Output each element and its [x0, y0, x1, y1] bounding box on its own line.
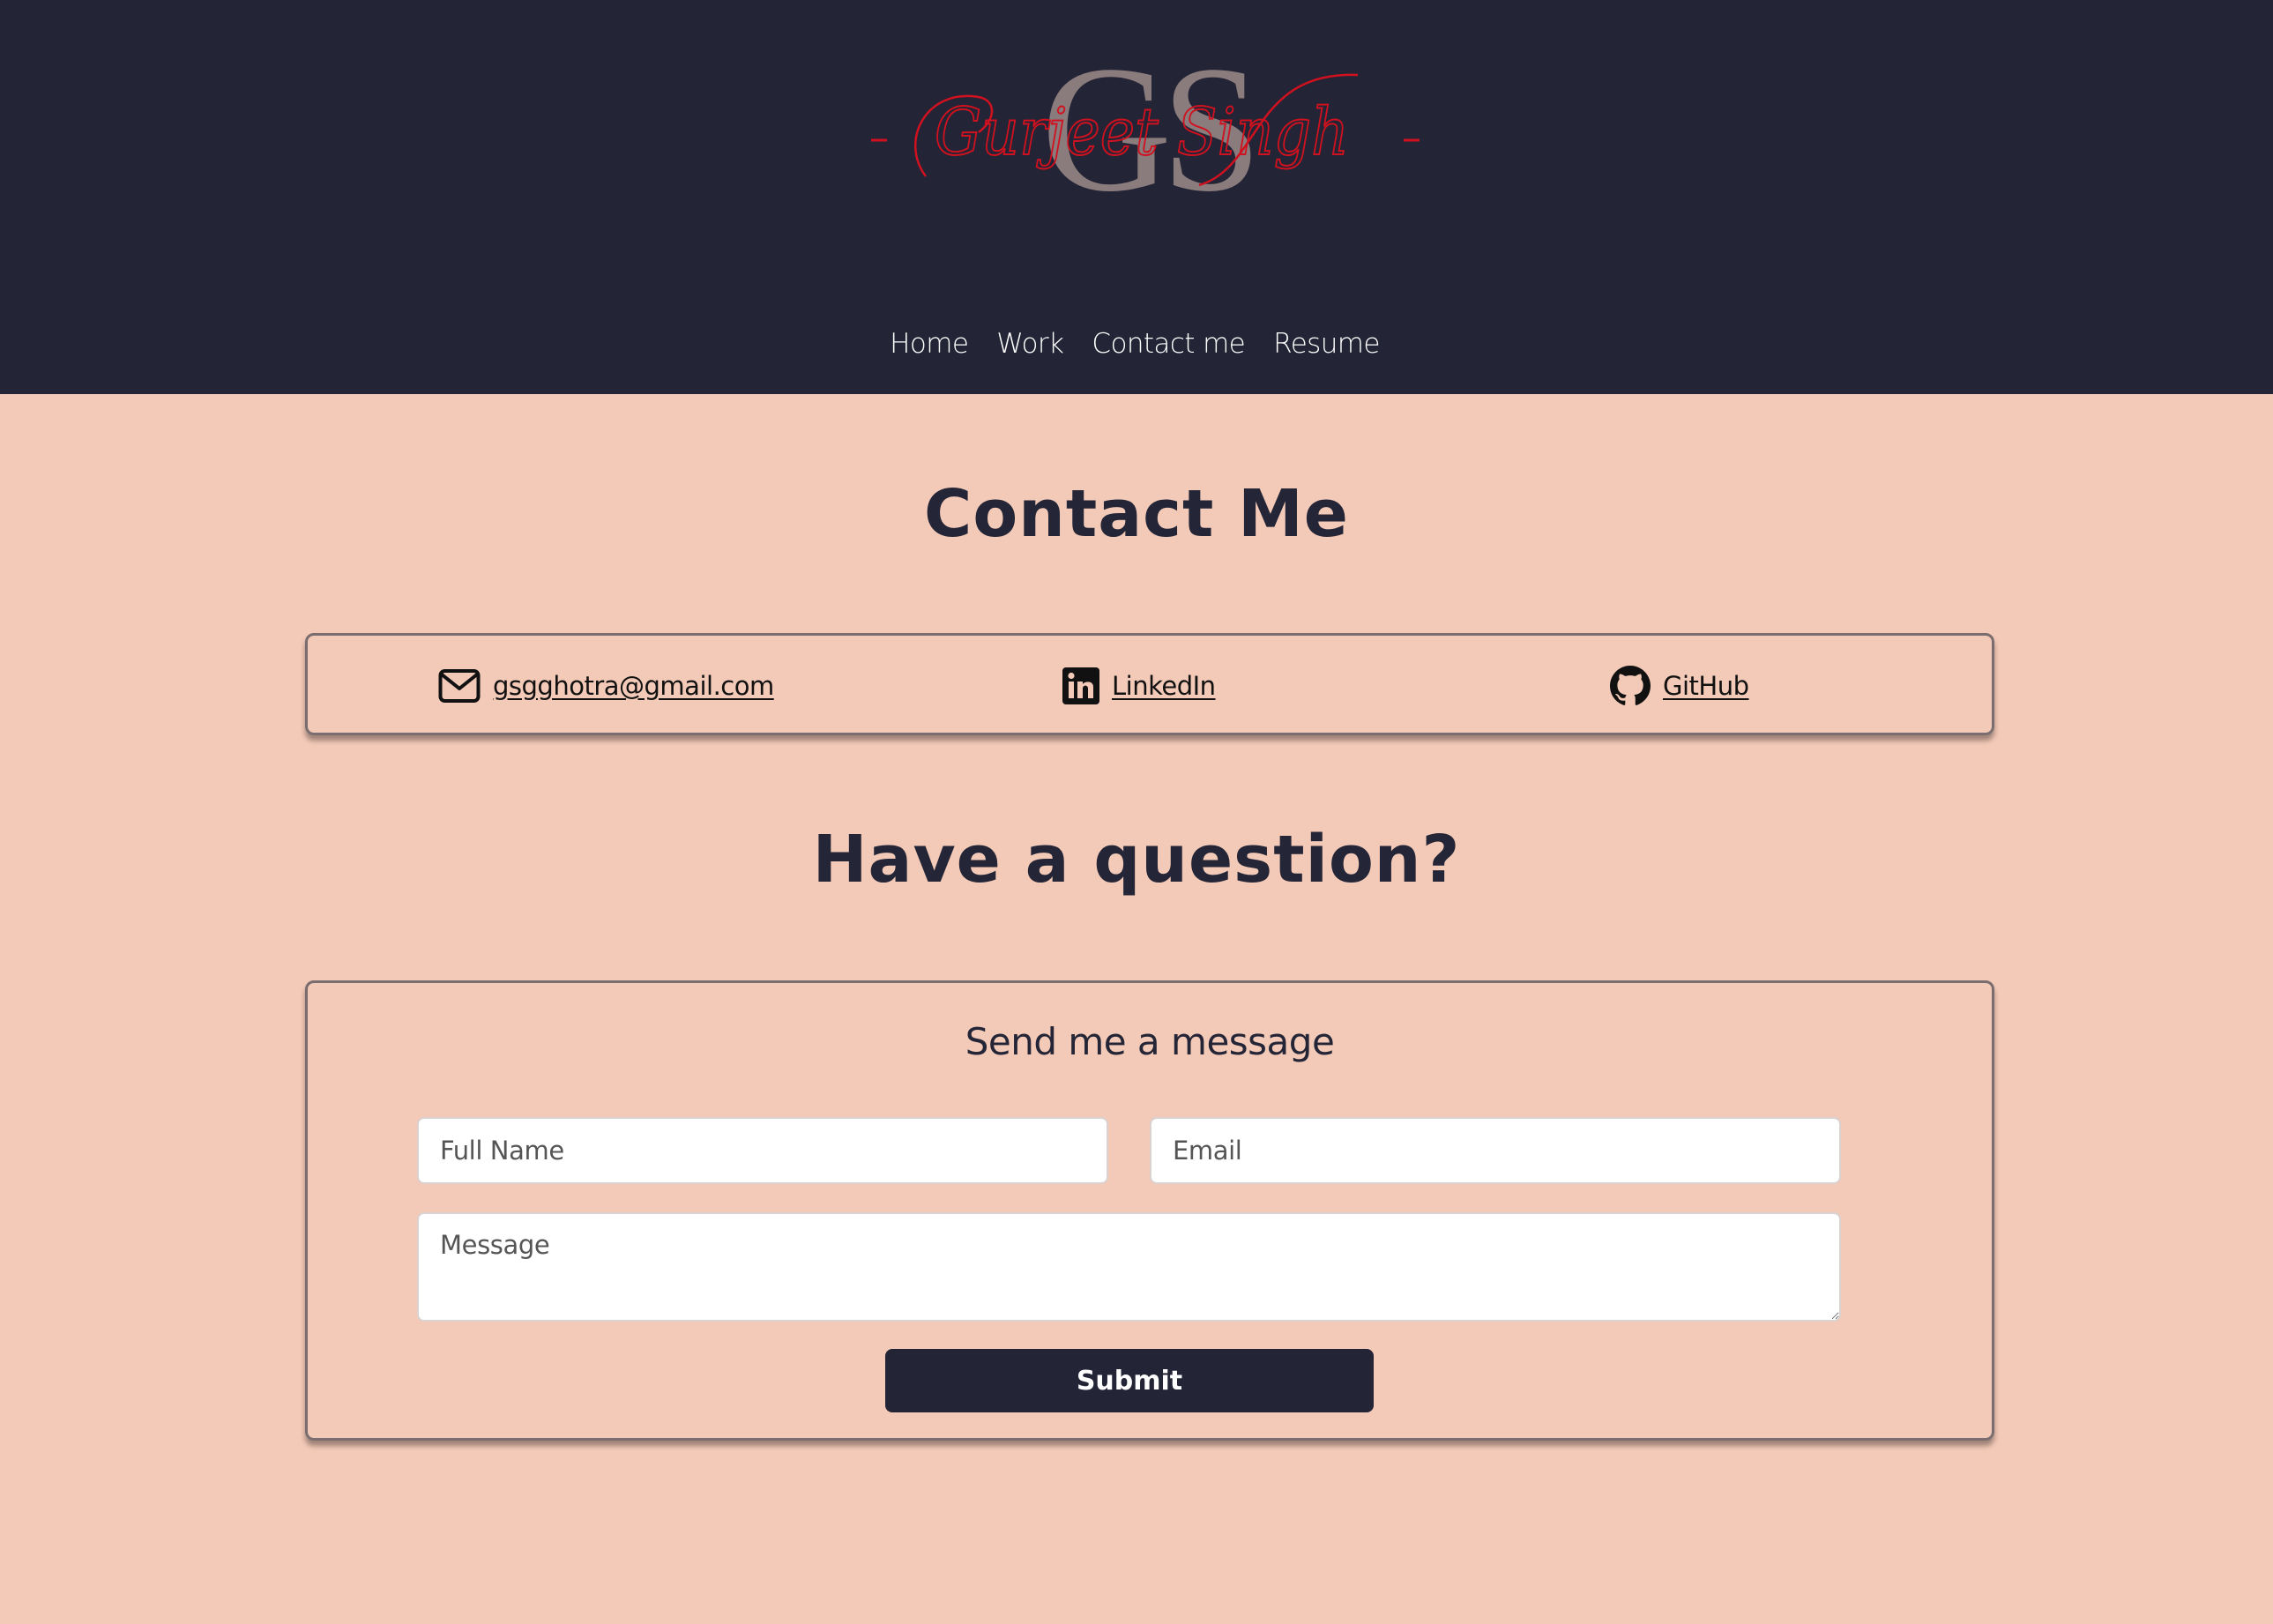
question-heading: Have a question? — [812, 822, 1461, 898]
nav-home[interactable]: Home — [890, 324, 969, 363]
email-input[interactable] — [1150, 1117, 1841, 1184]
github-contact[interactable]: GitHub — [1610, 666, 1749, 706]
email-contact[interactable]: gsgghotra@gmail.com — [438, 666, 774, 706]
logo-graphic: GS Gurjeet Singh — [871, 35, 1420, 212]
email-link[interactable]: gsgghotra@gmail.com — [493, 671, 774, 701]
submit-button[interactable]: Submit — [885, 1349, 1374, 1412]
github-icon — [1610, 666, 1651, 706]
message-form-card: Send me a message Submit — [305, 980, 1994, 1441]
linkedin-contact[interactable]: LinkedIn — [1062, 666, 1216, 706]
contact-links-card: gsgghotra@gmail.com LinkedIn GitHub — [305, 633, 1994, 735]
main-nav: Home Work Contact me Resume — [0, 324, 2273, 363]
linkedin-icon — [1062, 667, 1099, 704]
contact-heading: Contact Me — [924, 476, 1349, 552]
linkedin-link[interactable]: LinkedIn — [1112, 671, 1216, 701]
nav-resume[interactable]: Resume — [1273, 324, 1380, 363]
nav-contact-me[interactable]: Contact me — [1092, 324, 1245, 363]
envelope-icon — [438, 668, 481, 704]
logo[interactable]: GS Gurjeet Singh — [864, 35, 1428, 212]
message-textarea[interactable] — [417, 1212, 1841, 1322]
github-link[interactable]: GitHub — [1663, 671, 1749, 701]
site-header: GS Gurjeet Singh Home Work Contact me Re… — [0, 0, 2273, 394]
logo-signature: Gurjeet Singh — [935, 94, 1349, 170]
full-name-input[interactable] — [417, 1117, 1108, 1184]
nav-work[interactable]: Work — [996, 324, 1064, 363]
form-title: Send me a message — [965, 1020, 1335, 1063]
